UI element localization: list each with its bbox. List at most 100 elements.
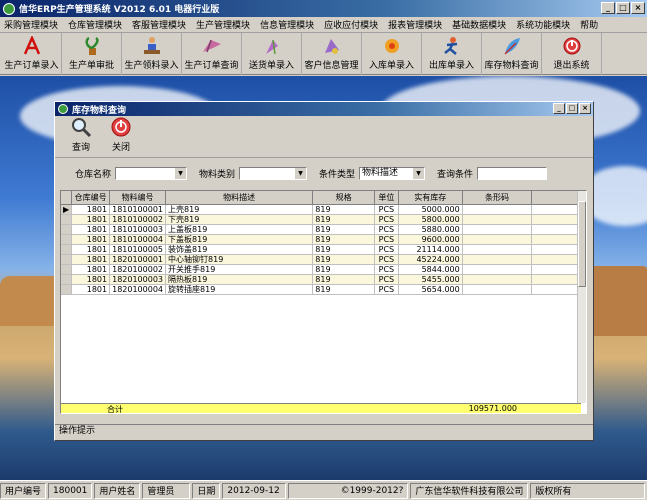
stock-in-entry-button[interactable]: 入库单录入 bbox=[362, 33, 422, 75]
table-cell[interactable]: 819 bbox=[312, 234, 375, 245]
table-cell[interactable]: 45224.000 bbox=[398, 254, 463, 265]
production-order-entry-button[interactable]: 生产订单录入 bbox=[2, 33, 62, 75]
table-cell[interactable]: PCS bbox=[374, 254, 399, 265]
table-cell[interactable] bbox=[462, 234, 533, 245]
table-cell[interactable]: 21114.000 bbox=[398, 244, 463, 255]
condition-type-select[interactable]: 物料描述 ▼ bbox=[359, 166, 426, 180]
maximize-button[interactable]: □ bbox=[616, 2, 630, 14]
table-cell[interactable]: 1810100003 bbox=[109, 224, 167, 235]
table-cell[interactable]: 1820100003 bbox=[109, 274, 167, 285]
inner-maximize-button[interactable]: □ bbox=[566, 103, 578, 114]
table-cell[interactable]: 1810100005 bbox=[109, 244, 167, 255]
table-cell[interactable]: 819 bbox=[312, 284, 375, 295]
table-cell[interactable] bbox=[462, 204, 533, 215]
table-cell[interactable] bbox=[462, 274, 533, 285]
inventory-query-button[interactable]: 库存物料查询 bbox=[482, 33, 542, 75]
table-row[interactable]: 1801 1820100001 中心轴铆钉819 819 PCS 45224.000 bbox=[61, 254, 586, 265]
table-row[interactable]: 1801 1820100002 开关推手819 819 PCS 5844.000 bbox=[61, 264, 586, 275]
row-indicator[interactable] bbox=[61, 234, 73, 245]
col-description[interactable]: 物料描述 bbox=[165, 191, 314, 205]
exit-system-button[interactable]: 退出系统 bbox=[542, 33, 602, 75]
table-cell[interactable]: 上壳819 bbox=[165, 204, 314, 215]
query-button[interactable]: 查询 bbox=[61, 116, 101, 157]
table-cell[interactable]: 中心轴铆钉819 bbox=[165, 254, 314, 265]
table-cell[interactable]: 819 bbox=[312, 204, 375, 215]
table-cell[interactable]: 装饰盖819 bbox=[165, 244, 314, 255]
production-approval-button[interactable]: 生产单审批 bbox=[62, 33, 122, 75]
col-unit[interactable]: 单位 bbox=[374, 191, 399, 205]
table-cell[interactable]: 下盖板819 bbox=[165, 234, 314, 245]
table-cell[interactable]: PCS bbox=[374, 234, 399, 245]
inner-close-button[interactable]: × bbox=[579, 103, 591, 114]
menu-system[interactable]: 系统功能模块 bbox=[516, 18, 570, 31]
scroll-thumb[interactable] bbox=[578, 201, 586, 287]
close-window-button[interactable]: 关闭 bbox=[101, 116, 141, 157]
table-cell[interactable]: 819 bbox=[312, 264, 375, 275]
menu-receivable-payable[interactable]: 应收应付模块 bbox=[324, 18, 378, 31]
row-indicator[interactable] bbox=[61, 214, 73, 225]
row-indicator[interactable] bbox=[61, 284, 73, 295]
menu-production[interactable]: 生产管理模块 bbox=[196, 18, 250, 31]
col-stock[interactable]: 实有库存 bbox=[398, 191, 463, 205]
table-cell[interactable]: 1801 bbox=[71, 254, 111, 265]
minimize-button[interactable]: _ bbox=[601, 2, 615, 14]
table-cell[interactable]: 5880.000 bbox=[398, 224, 463, 235]
row-indicator[interactable] bbox=[61, 224, 73, 235]
table-cell[interactable]: 1820100004 bbox=[109, 284, 167, 295]
table-cell[interactable] bbox=[462, 224, 533, 235]
table-cell[interactable]: 1801 bbox=[71, 274, 111, 285]
table-cell[interactable]: PCS bbox=[374, 204, 399, 215]
table-cell[interactable]: 隔热板819 bbox=[165, 274, 314, 285]
table-cell[interactable]: 1801 bbox=[71, 214, 111, 225]
table-cell[interactable]: 819 bbox=[312, 214, 375, 225]
col-material-id[interactable]: 物料编号 bbox=[109, 191, 167, 205]
table-cell[interactable]: 1810100002 bbox=[109, 214, 167, 225]
row-indicator[interactable]: ▶ bbox=[61, 204, 73, 215]
table-cell[interactable]: 1801 bbox=[71, 204, 111, 215]
menu-warehouse[interactable]: 仓库管理模块 bbox=[68, 18, 122, 31]
table-cell[interactable] bbox=[462, 284, 533, 295]
customer-info-button[interactable]: 客户信息管理 bbox=[302, 33, 362, 75]
table-cell[interactable]: 1820100002 bbox=[109, 264, 167, 275]
table-cell[interactable]: 819 bbox=[312, 224, 375, 235]
production-picking-entry-button[interactable]: 生产领料录入 bbox=[122, 33, 182, 75]
table-cell[interactable]: 5455.000 bbox=[398, 274, 463, 285]
warehouse-select[interactable]: ▼ bbox=[115, 166, 188, 180]
menu-base-data[interactable]: 基础数据模块 bbox=[452, 18, 506, 31]
table-row[interactable]: 1801 1810100004 下盖板819 819 PCS 9600.000 bbox=[61, 234, 586, 245]
row-indicator[interactable] bbox=[61, 244, 73, 255]
query-condition-input[interactable] bbox=[477, 166, 548, 180]
table-cell[interactable] bbox=[462, 214, 533, 225]
row-indicator[interactable] bbox=[61, 274, 73, 285]
menu-reports[interactable]: 报表管理模块 bbox=[388, 18, 442, 31]
table-cell[interactable]: 5800.000 bbox=[398, 214, 463, 225]
col-barcode[interactable]: 条形码 bbox=[462, 191, 533, 205]
table-cell[interactable]: 5654.000 bbox=[398, 284, 463, 295]
row-indicator[interactable] bbox=[61, 264, 73, 275]
table-cell[interactable]: 1801 bbox=[71, 284, 111, 295]
table-row[interactable]: 1801 1810100003 上盖板819 819 PCS 5880.000 bbox=[61, 224, 586, 235]
table-cell[interactable]: PCS bbox=[374, 284, 399, 295]
table-cell[interactable]: 下壳819 bbox=[165, 214, 314, 225]
table-cell[interactable]: 上盖板819 bbox=[165, 224, 314, 235]
table-row[interactable]: ▶ 1801 1810100001 上壳819 819 PCS 5000.000 bbox=[61, 204, 586, 215]
table-row[interactable]: 1801 1810100005 装饰盖819 819 PCS 21114.000 bbox=[61, 244, 586, 255]
table-cell[interactable]: PCS bbox=[374, 244, 399, 255]
table-cell[interactable]: PCS bbox=[374, 214, 399, 225]
table-row[interactable]: 1801 1820100004 旋转插座819 819 PCS 5654.000 bbox=[61, 284, 586, 295]
vertical-scrollbar[interactable] bbox=[577, 191, 586, 403]
production-order-query-button[interactable]: 生产订单查询 bbox=[182, 33, 242, 75]
table-cell[interactable]: 1810100001 bbox=[109, 204, 167, 215]
delivery-entry-button[interactable]: 送货单录入 bbox=[242, 33, 302, 75]
table-cell[interactable]: 开关推手819 bbox=[165, 264, 314, 275]
menu-customer-service[interactable]: 客服管理模块 bbox=[132, 18, 186, 31]
table-cell[interactable] bbox=[462, 244, 533, 255]
table-cell[interactable]: 819 bbox=[312, 254, 375, 265]
table-row[interactable]: 1801 1810100002 下壳819 819 PCS 5800.000 bbox=[61, 214, 586, 225]
row-indicator[interactable] bbox=[61, 254, 73, 265]
table-cell[interactable]: 1810100004 bbox=[109, 234, 167, 245]
table-cell[interactable]: 1801 bbox=[71, 234, 111, 245]
category-select[interactable]: ▼ bbox=[239, 166, 308, 180]
table-row[interactable]: 1801 1820100003 隔热板819 819 PCS 5455.000 bbox=[61, 274, 586, 285]
table-cell[interactable]: 819 bbox=[312, 274, 375, 285]
